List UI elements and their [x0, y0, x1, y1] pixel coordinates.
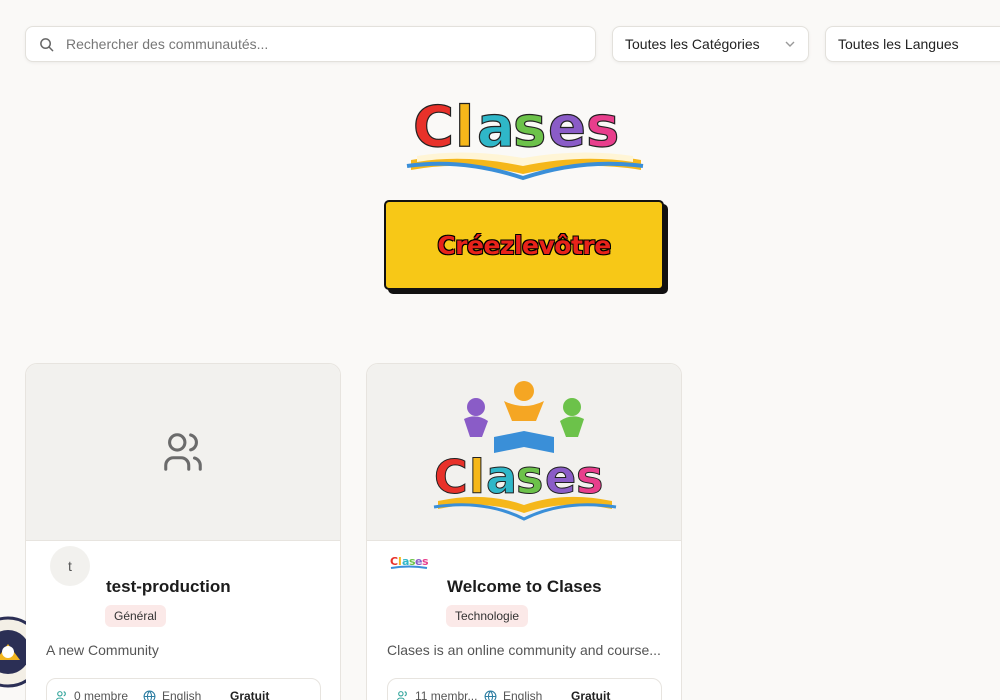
community-stats: 11 membr... English Gratuit — [387, 678, 662, 700]
language-select[interactable]: Toutes les Langues — [825, 26, 1000, 62]
price-stat: Gratuit — [230, 689, 269, 700]
emblem-badge-icon — [0, 616, 26, 688]
svg-text:s: s — [422, 555, 429, 568]
language-select-value: Toutes les Langues — [838, 36, 959, 52]
svg-text:C: C — [413, 95, 454, 160]
category-badge: Général — [105, 605, 166, 627]
members-stat: 11 membr... — [396, 689, 484, 700]
create-community-button[interactable]: Créezlevôtre — [384, 200, 664, 290]
price-value: Gratuit — [571, 689, 611, 700]
users-icon — [397, 690, 407, 700]
svg-text:a: a — [486, 450, 517, 504]
community-description: A new Community — [46, 642, 159, 658]
svg-text:e: e — [545, 450, 576, 504]
users-icon — [164, 433, 202, 471]
svg-text:e: e — [548, 95, 586, 160]
members-count: 0 membre — [74, 689, 129, 700]
language-value: English — [503, 689, 543, 700]
community-card[interactable]: C l a s e s Clases Welcome to Clases Tec… — [366, 363, 682, 700]
search-input[interactable] — [66, 36, 566, 52]
svg-text:s: s — [576, 450, 603, 504]
community-banner — [26, 364, 340, 541]
globe-icon — [484, 690, 497, 700]
svg-text:a: a — [477, 95, 515, 160]
svg-text:C: C — [390, 555, 398, 568]
community-title[interactable]: test-production — [106, 577, 231, 597]
community-banner: C l a s e s — [367, 364, 681, 541]
chevron-down-icon — [785, 41, 795, 47]
members-stat: 0 membre — [55, 689, 143, 700]
language-stat: English — [143, 689, 230, 700]
community-stats: 0 membre English Gratuit — [46, 678, 321, 700]
search-icon — [38, 36, 54, 52]
community-card[interactable]: t test-production Général A new Communit… — [25, 363, 341, 700]
clases-logo: C l a s e s — [406, 94, 644, 181]
language-value: English — [162, 689, 202, 700]
top-bar: Toutes les Catégories Toutes les Langues — [25, 26, 1000, 62]
svg-text:l: l — [455, 95, 474, 160]
avatar: t — [50, 546, 90, 586]
category-select-value: Toutes les Catégories — [625, 36, 760, 52]
members-count: 11 membr... — [415, 689, 478, 700]
svg-text:s: s — [586, 95, 619, 160]
svg-text:s: s — [513, 95, 546, 160]
users-icon — [56, 690, 66, 700]
svg-text:l: l — [469, 450, 485, 504]
avatar: Clases — [390, 555, 429, 569]
clases-community-logo: C l a s e s — [434, 381, 617, 521]
community-description: Clases is an online community and course… — [387, 642, 661, 658]
category-select[interactable]: Toutes les Catégories — [612, 26, 809, 62]
search-box[interactable] — [25, 26, 596, 62]
price-value: Gratuit — [230, 689, 270, 700]
svg-text:C: C — [434, 450, 468, 504]
price-stat: Gratuit — [571, 689, 610, 700]
create-community-label: Créezlevôtre — [437, 230, 611, 260]
globe-icon — [143, 690, 156, 700]
community-title[interactable]: Welcome to Clases — [447, 577, 602, 597]
svg-text:s: s — [516, 450, 543, 504]
language-stat: English — [484, 689, 571, 700]
category-badge: Technologie — [446, 605, 529, 627]
